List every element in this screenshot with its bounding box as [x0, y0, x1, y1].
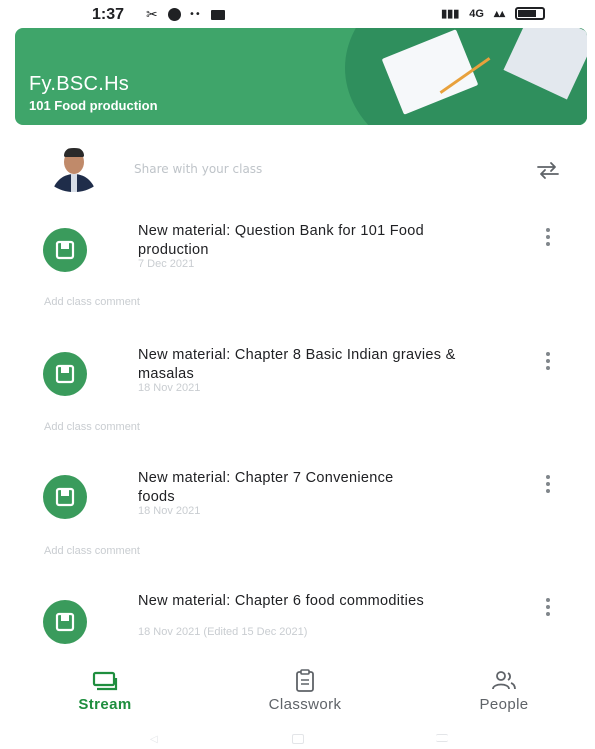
tab-classwork-label: Classwork [268, 696, 342, 713]
repost-icon[interactable] [535, 159, 561, 181]
course-subtitle: 101 Food production [29, 98, 158, 113]
tab-people-label: People [479, 696, 529, 713]
material-icon [43, 352, 87, 396]
mail-icon [211, 9, 225, 20]
battery-icon [515, 7, 545, 20]
recents-button[interactable] [436, 734, 448, 742]
missed-call-icon: ✂ [146, 6, 158, 23]
post-date: 18 Nov 2021 [138, 382, 201, 394]
course-title: Fy.BSC.Hs [29, 73, 130, 95]
stream-icon [91, 668, 119, 694]
signal-icon: ▮▮▮ [441, 8, 460, 20]
wifi-icon: ▴▴ [493, 8, 505, 20]
course-banner[interactable]: Fy.BSC.Hs 101 Food production [15, 28, 587, 125]
share-announcement-row[interactable]: Share with your class [0, 145, 595, 195]
notification-icons: ✂ •• [146, 6, 225, 23]
people-icon [490, 668, 518, 694]
post-title: New material: Chapter 6 food commodities [138, 593, 425, 609]
avatar [44, 148, 104, 192]
add-class-comment[interactable]: Add class comment [44, 545, 140, 557]
tab-stream[interactable]: Stream [45, 668, 165, 713]
post-date: 18 Nov 2021 [138, 505, 201, 517]
more-options-icon[interactable] [540, 226, 556, 248]
avatar-shirt [71, 174, 77, 192]
post-title: New material: Chapter 7 Convenience food… [138, 470, 394, 505]
material-icon [43, 228, 87, 272]
system-navigation-bar: ◁ [0, 728, 595, 749]
post-date: 7 Dec 2021 [138, 258, 195, 270]
material-icon [43, 475, 87, 519]
material-icon [43, 600, 87, 644]
bottom-navigation: Stream Classwork People [0, 668, 595, 720]
add-class-comment[interactable]: Add class comment [44, 421, 140, 433]
avatar-hair [64, 148, 84, 157]
more-options-icon[interactable] [540, 350, 556, 372]
add-class-comment[interactable]: Add class comment [44, 296, 140, 308]
tab-stream-label: Stream [78, 696, 132, 713]
share-with-class-input[interactable]: Share with your class [134, 162, 262, 176]
post-date: 18 Nov 2021 (Edited 15 Dec 2021) [138, 626, 308, 638]
more-options-icon[interactable] [540, 473, 556, 495]
system-status-icons: ▮▮▮ 4G ▴▴ [441, 7, 545, 20]
post-title: New material: Question Bank for 101 Food… [138, 223, 425, 258]
post-title: New material: Chapter 8 Basic Indian gra… [138, 347, 456, 382]
more-options-icon[interactable] [540, 596, 556, 618]
status-time: 1:37 [92, 6, 125, 23]
tab-classwork[interactable]: Classwork [245, 668, 365, 713]
home-button[interactable] [292, 734, 304, 744]
network-type: 4G [469, 7, 484, 20]
whatsapp-icon [168, 8, 181, 21]
back-button[interactable]: ◁ [150, 734, 162, 745]
tab-people[interactable]: People [444, 668, 564, 713]
more-notifications-icon: •• [189, 8, 201, 20]
classwork-icon [294, 668, 316, 694]
